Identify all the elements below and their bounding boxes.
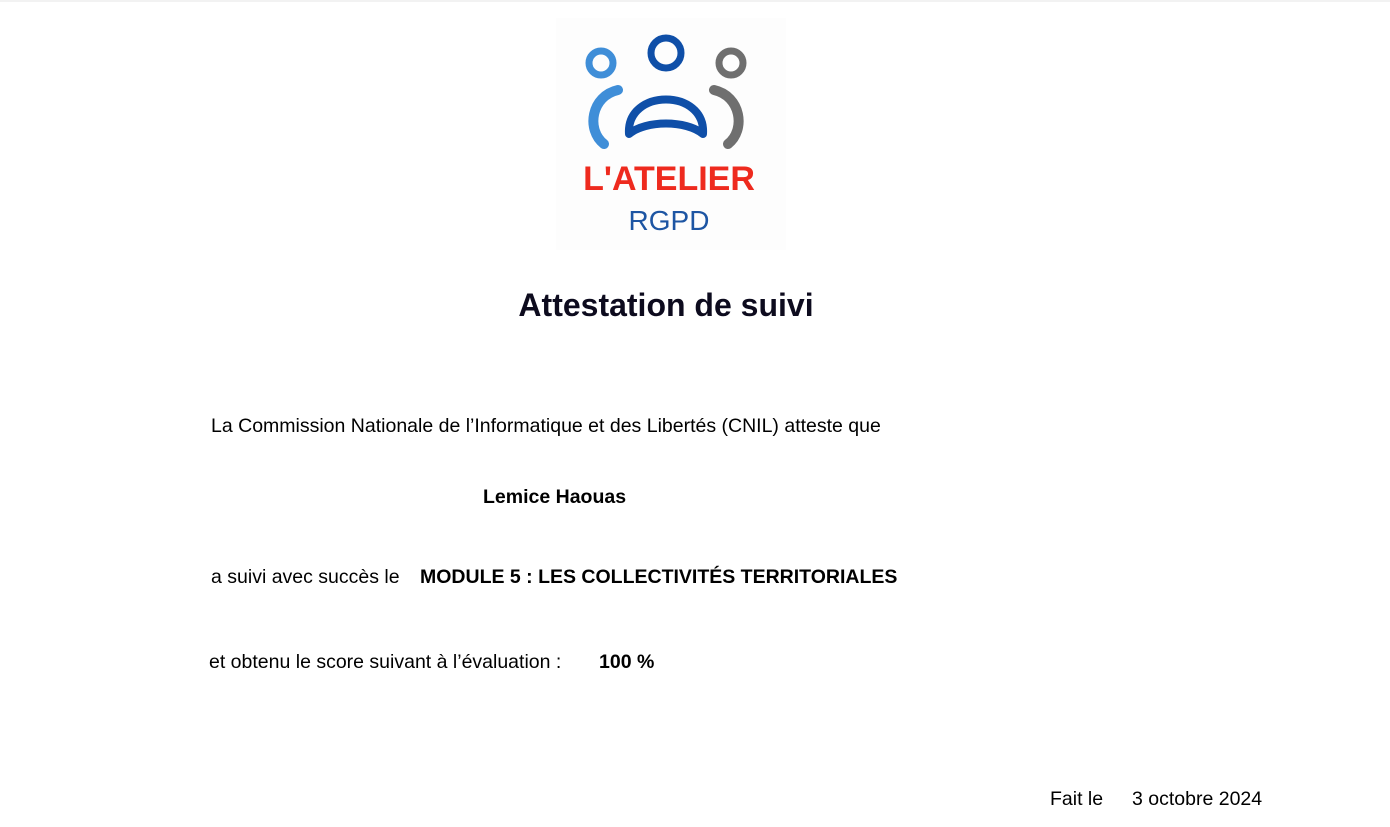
module-prefix-text: a suivi avec succès le: [211, 566, 400, 588]
date-value: 3 octobre 2024: [1132, 788, 1263, 810]
recipient-name: Lemice Haouas: [483, 486, 627, 508]
certificate-page: L'ATELIER RGPD Attestation de suivi La C…: [0, 0, 1390, 827]
score-value: 100 %: [599, 651, 655, 673]
atelier-rgpd-logo: L'ATELIER RGPD: [556, 18, 786, 250]
logo-line1: L'ATELIER: [583, 160, 755, 198]
certificate-title: Attestation de suivi: [518, 287, 814, 323]
score-prefix-text: et obtenu le score suivant à l’évaluatio…: [209, 651, 562, 673]
module-title: MODULE 5 : LES COLLECTIVITÉS TERRITORIAL…: [420, 566, 898, 588]
logo-line2: RGPD: [629, 205, 710, 236]
date-label: Fait le: [1050, 788, 1104, 810]
top-border: [0, 0, 1390, 2]
intro-text: La Commission Nationale de l’Informatiqu…: [211, 415, 881, 437]
people-group-icon: L'ATELIER RGPD: [583, 34, 755, 236]
